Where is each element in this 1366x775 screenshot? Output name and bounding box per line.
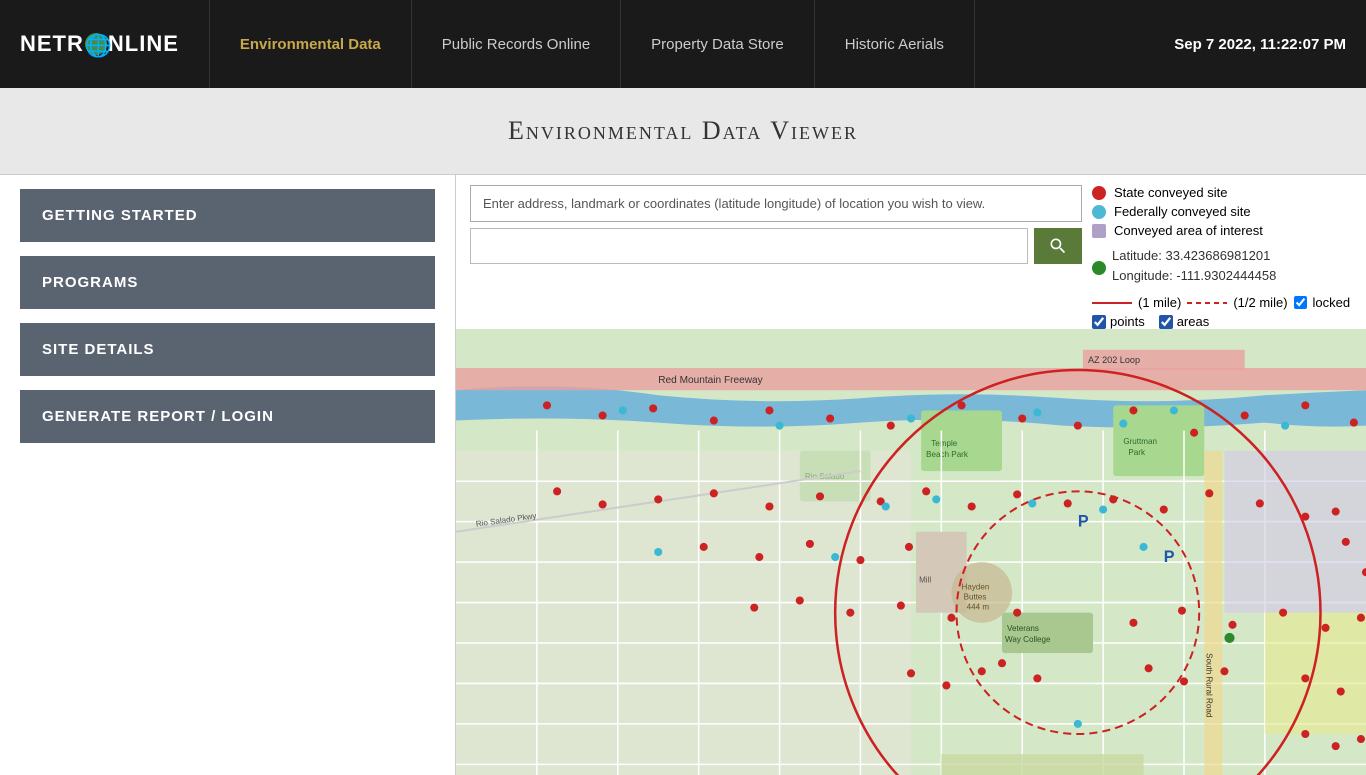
radius-half-mile-line	[1187, 302, 1227, 304]
svg-text:AZ 202 Loop: AZ 202 Loop	[1088, 355, 1140, 365]
locked-label: locked	[1313, 295, 1351, 310]
nav-historic-aerials[interactable]: Historic Aerials	[815, 0, 975, 88]
programs-button[interactable]: PROGRAMS	[20, 256, 435, 309]
page-title-bar: Environmental Data Viewer	[0, 88, 1366, 175]
search-section: Enter address, landmark or coordinates (…	[470, 185, 1082, 329]
latitude-value: Latitude: 33.423686981201	[1112, 246, 1276, 266]
areas-checkbox-item: areas	[1159, 314, 1210, 329]
main-nav: Environmental Data Public Records Online…	[209, 0, 1174, 88]
nav-public-records[interactable]: Public Records Online	[412, 0, 621, 88]
points-checkbox-item: points	[1092, 314, 1145, 329]
left-panel: GETTING STARTED PROGRAMS SITE DETAILS GE…	[0, 175, 455, 775]
site-details-button[interactable]: SITE DETAILS	[20, 323, 435, 376]
green-dot-icon	[1092, 261, 1106, 275]
logo[interactable]: NETR🌐NLINE	[20, 31, 179, 57]
svg-text:Beach Park: Beach Park	[926, 450, 969, 459]
page-title: Environmental Data Viewer	[0, 116, 1366, 146]
svg-text:Park: Park	[1128, 448, 1146, 457]
legend-section: State conveyed site Federally conveyed s…	[1092, 185, 1352, 329]
map-view[interactable]: Red Mountain Freeway AZ 202 Loop Temple …	[456, 329, 1366, 775]
nav-environmental-data[interactable]: Environmental Data	[209, 0, 412, 88]
checkbox-row: points areas	[1092, 314, 1352, 329]
content-wrapper: GETTING STARTED PROGRAMS SITE DETAILS GE…	[0, 175, 1366, 775]
svg-text:South Rural Road: South Rural Road	[1204, 653, 1213, 717]
svg-text:Mill: Mill	[919, 575, 931, 584]
map-svg: Red Mountain Freeway AZ 202 Loop Temple …	[456, 329, 1366, 775]
search-hint-text: Enter address, landmark or coordinates (…	[483, 196, 985, 211]
legend-label-state: State conveyed site	[1114, 185, 1227, 200]
blue-dot-icon	[1092, 205, 1106, 219]
svg-text:Temple: Temple	[931, 439, 958, 448]
search-input[interactable]	[470, 228, 1028, 264]
radius-1mile-line	[1092, 302, 1132, 304]
svg-text:Veterans: Veterans	[1007, 624, 1039, 633]
locked-checkbox[interactable]	[1294, 296, 1307, 309]
datetime-display: Sep 7 2022, 11:22:07 PM	[1174, 36, 1346, 53]
getting-started-button[interactable]: GETTING STARTED	[20, 189, 435, 242]
svg-text:Gruttman: Gruttman	[1123, 437, 1157, 446]
svg-text:Hayden: Hayden	[962, 582, 990, 591]
legend-label-area: Conveyed area of interest	[1114, 223, 1263, 238]
search-input-row	[470, 228, 1082, 264]
header: NETR🌐NLINE Environmental Data Public Rec…	[0, 0, 1366, 88]
legend-label-federal: Federally conveyed site	[1114, 204, 1251, 219]
search-hint: Enter address, landmark or coordinates (…	[470, 185, 1082, 222]
radius-row: (1 mile) (1/2 mile) locked	[1092, 295, 1352, 310]
areas-label: areas	[1177, 314, 1210, 329]
search-go-button[interactable]	[1034, 228, 1082, 264]
purple-square-icon	[1092, 224, 1106, 238]
radius-1mile-label: (1 mile)	[1138, 295, 1181, 310]
points-checkbox[interactable]	[1092, 315, 1106, 329]
red-dot-icon	[1092, 186, 1106, 200]
legend-state-conveyed: State conveyed site	[1092, 185, 1352, 200]
svg-text:P: P	[1078, 513, 1089, 531]
nav-property-data[interactable]: Property Data Store	[621, 0, 815, 88]
coords-area: Latitude: 33.423686981201 Longitude: -11…	[1112, 246, 1276, 285]
right-panel: Enter address, landmark or coordinates (…	[455, 175, 1366, 775]
svg-text:Buttes: Buttes	[964, 593, 987, 602]
points-label: points	[1110, 314, 1145, 329]
right-top: Enter address, landmark or coordinates (…	[456, 175, 1366, 329]
svg-text:P: P	[1164, 548, 1175, 566]
svg-text:Red Mountain Freeway: Red Mountain Freeway	[658, 375, 763, 386]
globe-icon: 🌐	[85, 33, 107, 55]
radius-half-mile-label: (1/2 mile)	[1233, 295, 1287, 310]
legend-federally-conveyed: Federally conveyed site	[1092, 204, 1352, 219]
svg-text:444 m: 444 m	[967, 603, 990, 612]
legend-area-of-interest: Conveyed area of interest	[1092, 223, 1352, 238]
svg-text:Way College: Way College	[1005, 635, 1051, 644]
longitude-value: Longitude: -111.9302444458	[1112, 266, 1276, 286]
generate-report-button[interactable]: GENERATE REPORT / LOGIN	[20, 390, 435, 443]
search-icon	[1048, 236, 1068, 256]
areas-checkbox[interactable]	[1159, 315, 1173, 329]
